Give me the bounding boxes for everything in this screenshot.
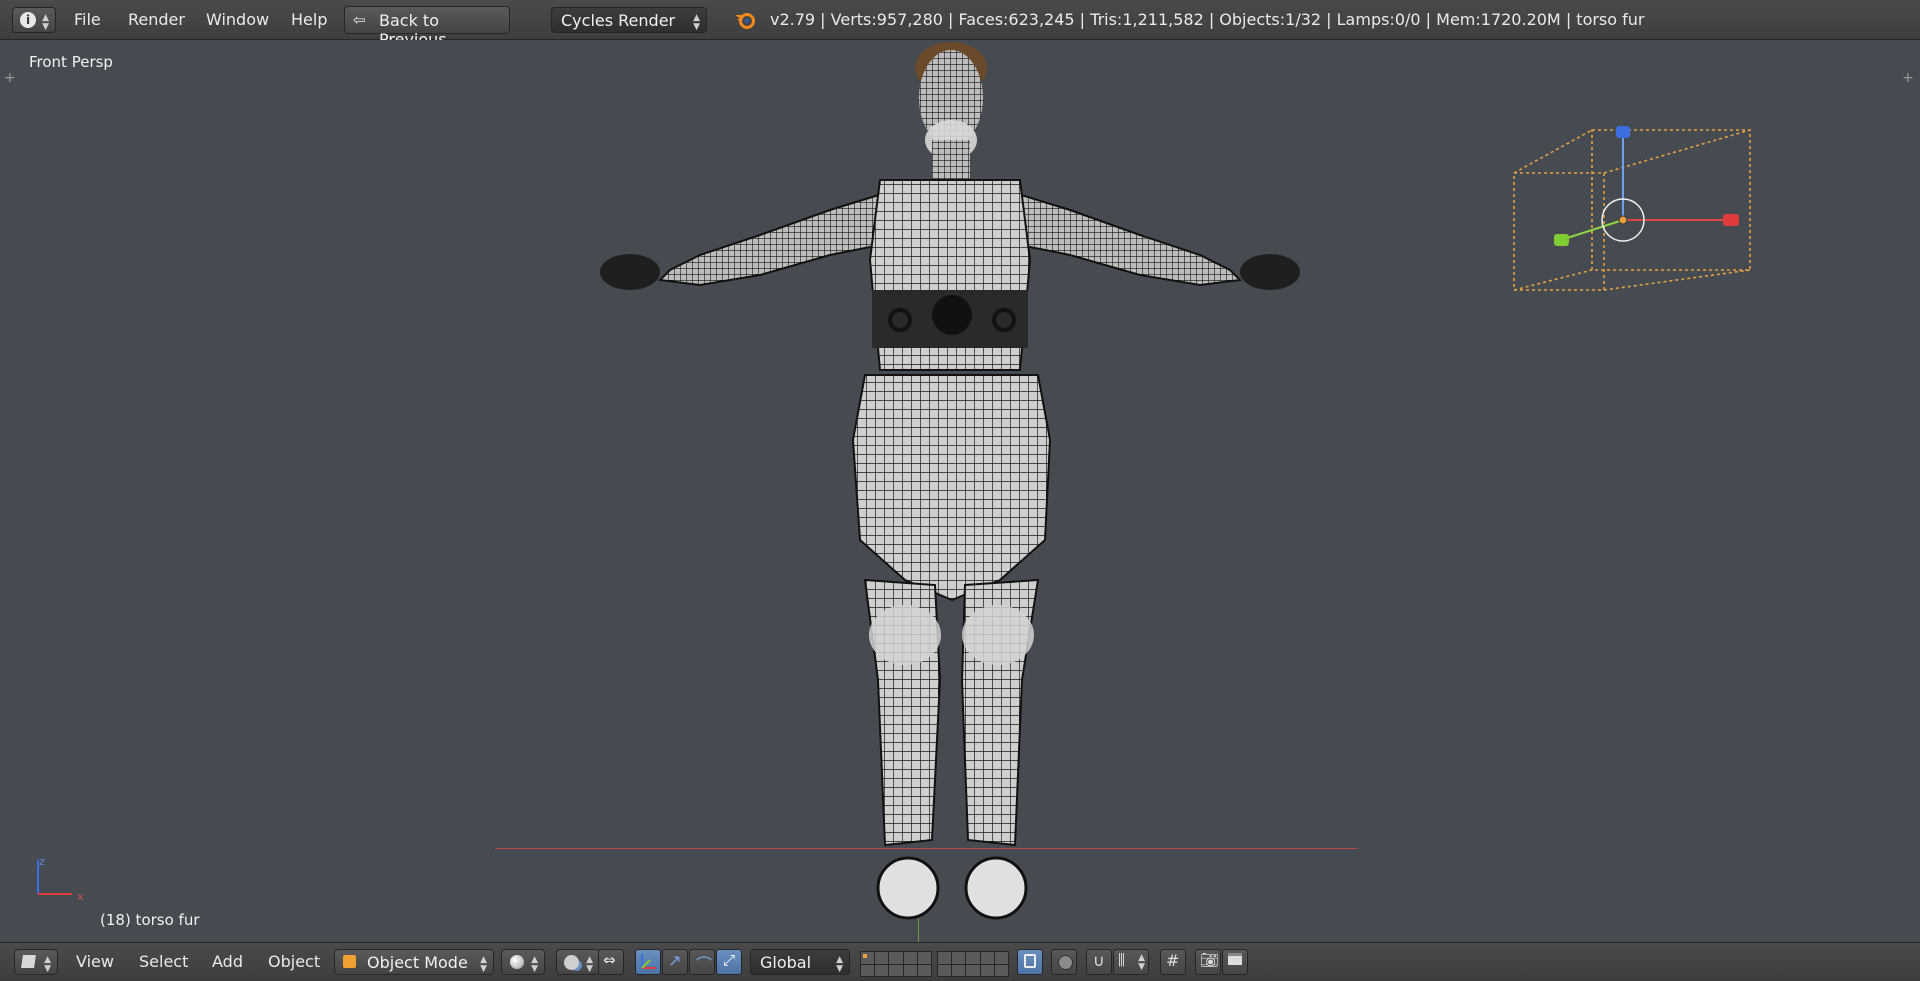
axis-z-label: z bbox=[39, 855, 45, 868]
back-icon: ⇦ bbox=[353, 11, 366, 29]
updown-arrows-icon: ▲ ▼ bbox=[836, 955, 843, 974]
menu-view[interactable]: View bbox=[76, 943, 114, 981]
layers-lock-icon bbox=[1024, 954, 1036, 968]
scene-layers-group-2[interactable] bbox=[937, 951, 1009, 977]
viewport-shading-dropdown[interactable]: ▲ ▼ bbox=[501, 949, 545, 975]
translate-manipulator-button[interactable]: ↗ bbox=[662, 949, 688, 975]
transform-manipulator-toggle[interactable] bbox=[635, 949, 661, 975]
updown-arrows-icon: ▲ ▼ bbox=[531, 955, 538, 974]
updown-arrows-icon: ▲ ▼ bbox=[480, 955, 487, 974]
axis-x-label: x bbox=[77, 890, 84, 903]
updown-arrows-icon: ▲ ▼ bbox=[693, 13, 700, 32]
render-engine-dropdown[interactable]: Cycles Render ▲ ▼ bbox=[551, 7, 707, 33]
updown-arrows-icon: ▲ ▼ bbox=[42, 13, 49, 32]
manipulator-axes-icon bbox=[641, 954, 656, 969]
menu-file[interactable]: File bbox=[74, 0, 101, 40]
snap-increment-icon: ⫼ bbox=[1118, 951, 1125, 969]
wireframe-character-mesh bbox=[600, 42, 1300, 920]
scene-stats: v2.79 | Verts:957,280 | Faces:623,245 | … bbox=[770, 10, 1645, 29]
updown-arrows-icon: ▲ ▼ bbox=[1138, 953, 1145, 972]
3d-viewport[interactable]: Front Persp + + z x (18) torso fur bbox=[0, 40, 1920, 942]
snap-element-dropdown[interactable]: ⫼ ▲ ▼ bbox=[1113, 949, 1149, 975]
mode-dropdown[interactable]: Object Mode ▲ ▼ bbox=[334, 949, 494, 975]
editor-type-button[interactable]: i ▲ ▼ bbox=[12, 7, 56, 33]
scale-manipulator-button[interactable]: ⤢ bbox=[716, 949, 742, 975]
orientation-label: Global bbox=[760, 953, 812, 972]
magnet-icon: ∪ bbox=[1093, 951, 1105, 970]
toolshelf-toggle-icon[interactable]: + bbox=[4, 70, 16, 86]
manipulator-toggle-button[interactable]: ⇔ bbox=[598, 949, 624, 975]
pivot-point-dropdown[interactable]: ▲ ▼ bbox=[556, 949, 600, 975]
snap-grid-icon: # bbox=[1166, 951, 1180, 970]
properties-toggle-icon[interactable]: + bbox=[1902, 70, 1914, 86]
updown-arrows-icon: ▲ ▼ bbox=[44, 955, 51, 974]
menu-object[interactable]: Object bbox=[268, 943, 320, 981]
rotate-arc-icon: ⌒ bbox=[696, 955, 713, 974]
editor-type-button[interactable]: ▲ ▼ bbox=[14, 949, 58, 975]
opengl-render-animation-button[interactable] bbox=[1222, 949, 1248, 975]
manipulator-icon: ⇔ bbox=[603, 951, 616, 969]
pivot-icon bbox=[564, 955, 579, 970]
clapperboard-icon bbox=[1228, 953, 1242, 965]
lock-camera-layers-button[interactable] bbox=[1017, 949, 1043, 975]
y-axis-handle bbox=[1554, 234, 1569, 246]
active-object-label: (18) torso fur bbox=[100, 911, 200, 929]
scale-icon: ⤢ bbox=[723, 951, 736, 969]
proportional-edit-button[interactable] bbox=[1051, 949, 1077, 975]
menu-add[interactable]: Add bbox=[212, 943, 243, 981]
view-name-label: Front Persp bbox=[29, 53, 113, 71]
transform-orientation-dropdown[interactable]: Global ▲ ▼ bbox=[750, 949, 850, 975]
translate-arrow-icon: ↗ bbox=[668, 951, 682, 970]
menu-window[interactable]: Window bbox=[206, 0, 269, 40]
mode-label: Object Mode bbox=[367, 953, 468, 972]
rotate-manipulator-button[interactable]: ⌒ bbox=[689, 949, 715, 975]
snap-target-button[interactable]: # bbox=[1160, 949, 1186, 975]
camera-icon: 📷︎ bbox=[1200, 951, 1220, 969]
x-axis-handle bbox=[1723, 214, 1739, 226]
menu-select[interactable]: Select bbox=[139, 943, 188, 981]
info-header: i ▲▼ File Render Window Help ⇦ Back to P… bbox=[0, 0, 1920, 49]
info-icon: i bbox=[20, 12, 36, 28]
3d-view-header: ▲ ▼ View Select Add Object Object Mode ▲ ▼… bbox=[0, 942, 1920, 980]
blender-logo-icon bbox=[735, 13, 755, 29]
scene-layers-group-1[interactable] bbox=[860, 951, 932, 977]
cube-icon bbox=[21, 955, 36, 968]
menu-render[interactable]: Render bbox=[128, 0, 185, 40]
opengl-render-image-button[interactable]: 📷︎ bbox=[1195, 949, 1221, 975]
menu-help[interactable]: Help bbox=[291, 0, 327, 40]
navigation-gizmo[interactable] bbox=[1500, 90, 1760, 310]
updown-arrows-icon: ▲ ▼ bbox=[586, 955, 593, 974]
back-to-previous-button[interactable]: ⇦ Back to Previous bbox=[344, 6, 510, 49]
render-engine-label: Cycles Render bbox=[561, 11, 676, 30]
solid-shading-icon bbox=[510, 955, 524, 969]
proportional-circle-icon bbox=[1058, 955, 1073, 970]
snap-toggle-button[interactable]: ∪ bbox=[1086, 949, 1112, 975]
object-mode-icon bbox=[343, 955, 356, 968]
z-axis-handle bbox=[1616, 126, 1630, 138]
